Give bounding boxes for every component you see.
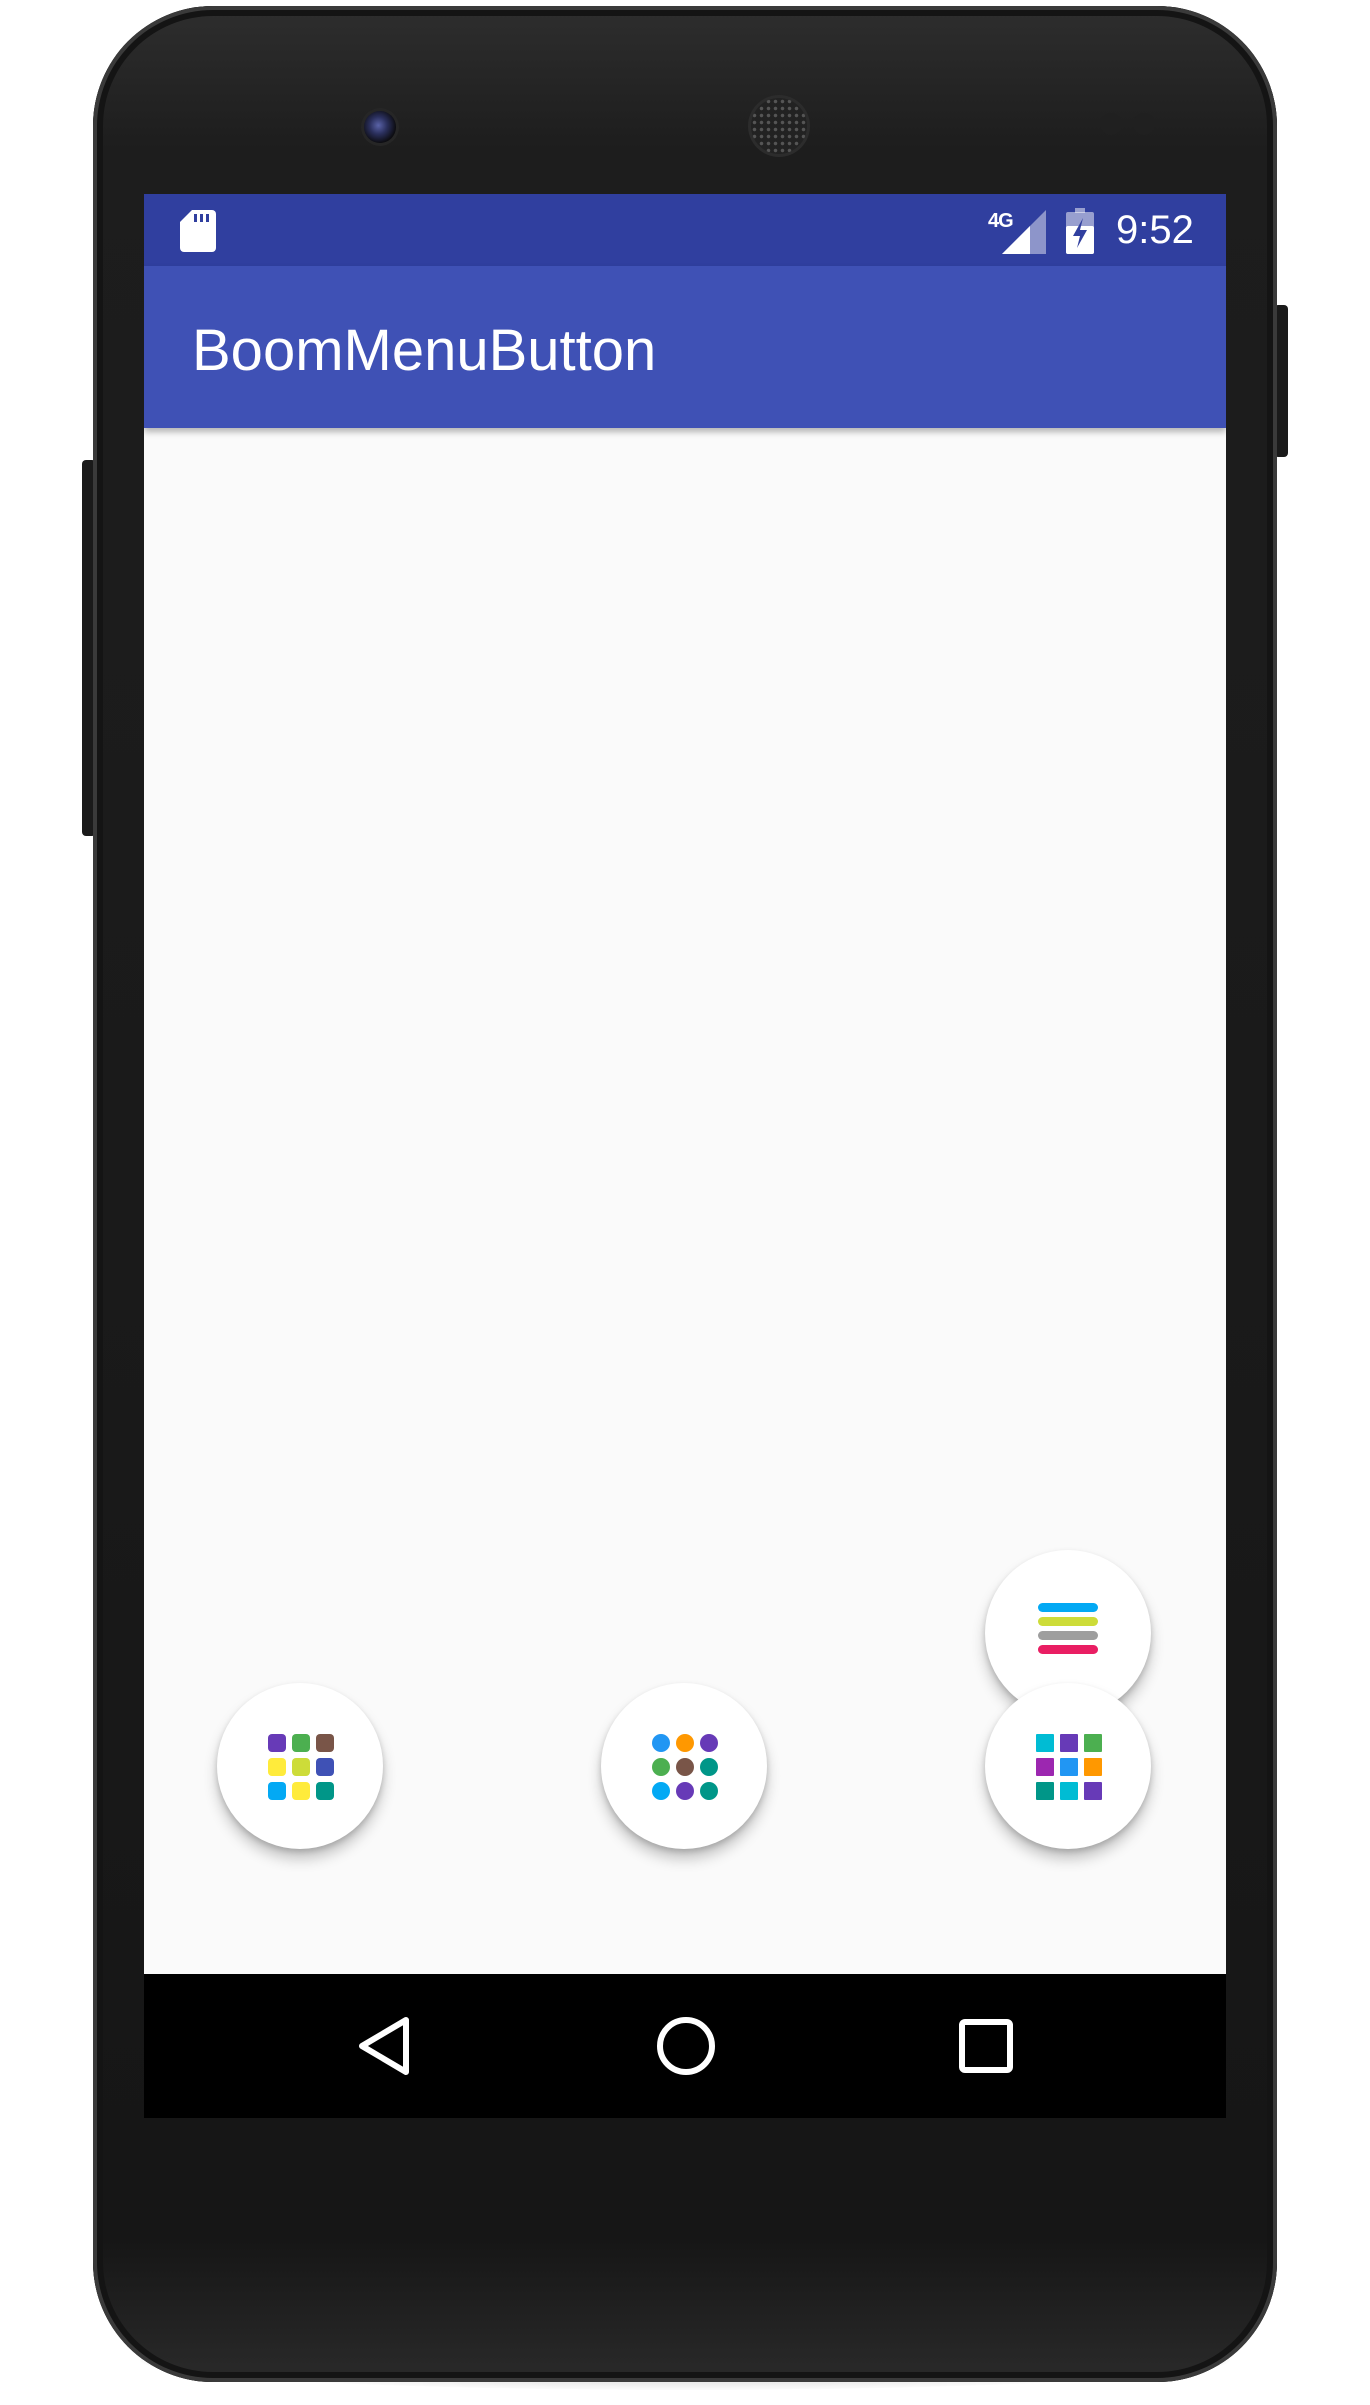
back-button[interactable] [344, 2004, 428, 2088]
boom-menu-button-grid-1[interactable] [217, 1683, 383, 1849]
sd-card-icon [180, 210, 216, 252]
back-icon [359, 2017, 409, 2075]
status-bar: 4G 9:52 [144, 194, 1226, 266]
screen: 4G 9:52 BoomMenuButton [144, 194, 1226, 2118]
battery-charging-icon [1066, 208, 1094, 254]
light-sensor [1133, 113, 1155, 135]
home-icon [657, 2017, 715, 2075]
phone-body: 4G 9:52 BoomMenuButton [93, 6, 1277, 2382]
dot-grid-icon [268, 1734, 334, 1800]
proximity-sensor [1100, 113, 1122, 135]
boom-menu-button-grid-2[interactable] [601, 1683, 767, 1849]
navigation-bar [144, 1974, 1226, 2118]
signal-icon [1002, 210, 1046, 254]
status-time: 9:52 [1116, 208, 1194, 252]
dot-grid-icon [652, 1734, 718, 1800]
earpiece-speaker [751, 98, 807, 154]
recent-apps-button[interactable] [944, 2004, 1028, 2088]
dot-grid-icon [1036, 1734, 1102, 1800]
device-mockup: 4G 9:52 BoomMenuButton [0, 0, 1370, 2405]
app-bar: BoomMenuButton [144, 266, 1226, 428]
home-button[interactable] [644, 2004, 728, 2088]
recent-apps-icon [959, 2019, 1013, 2073]
front-camera [364, 111, 396, 143]
app-title: BoomMenuButton [192, 318, 657, 383]
boom-menu-button-grid-3[interactable] [985, 1683, 1151, 1849]
